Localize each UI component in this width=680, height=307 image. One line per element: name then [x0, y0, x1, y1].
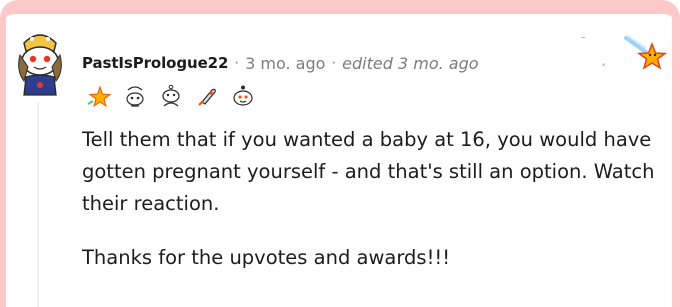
rocket-star-award-icon[interactable] — [86, 84, 112, 110]
rocket-like-award-icon[interactable] — [194, 84, 220, 110]
comment-meta: PastIsPrologue22 · 3 mo. ago · edited 3 … — [82, 50, 479, 76]
shooting-star-award-icon[interactable]: ~ * · — [572, 28, 672, 84]
meta-separator: · — [331, 54, 337, 72]
svg-text:*: * — [602, 62, 606, 70]
meta-separator: · — [234, 54, 240, 72]
comment-paragraph: Tell them that if you wanted a baby at 1… — [82, 128, 655, 215]
comment-body: Tell them that if you wanted a baby at 1… — [82, 124, 662, 296]
snoo-thinking-award-icon[interactable] — [158, 84, 184, 110]
snoo-face-award-icon[interactable] — [230, 84, 256, 110]
username-link[interactable]: PastIsPrologue22 — [82, 54, 228, 72]
edited-timestamp: edited 3 mo. ago — [342, 53, 479, 73]
user-avatar[interactable] — [10, 25, 70, 99]
snoo-spin-award-icon[interactable] — [122, 84, 148, 110]
comment-paragraph: Thanks for the upvotes and awards!!! — [82, 246, 451, 269]
svg-text:·: · — [630, 55, 632, 62]
award-list[interactable] — [86, 84, 256, 110]
thread-collapse-line[interactable] — [37, 102, 39, 307]
svg-text:~: ~ — [580, 34, 586, 42]
comment-timestamp[interactable]: 3 mo. ago — [245, 54, 325, 73]
